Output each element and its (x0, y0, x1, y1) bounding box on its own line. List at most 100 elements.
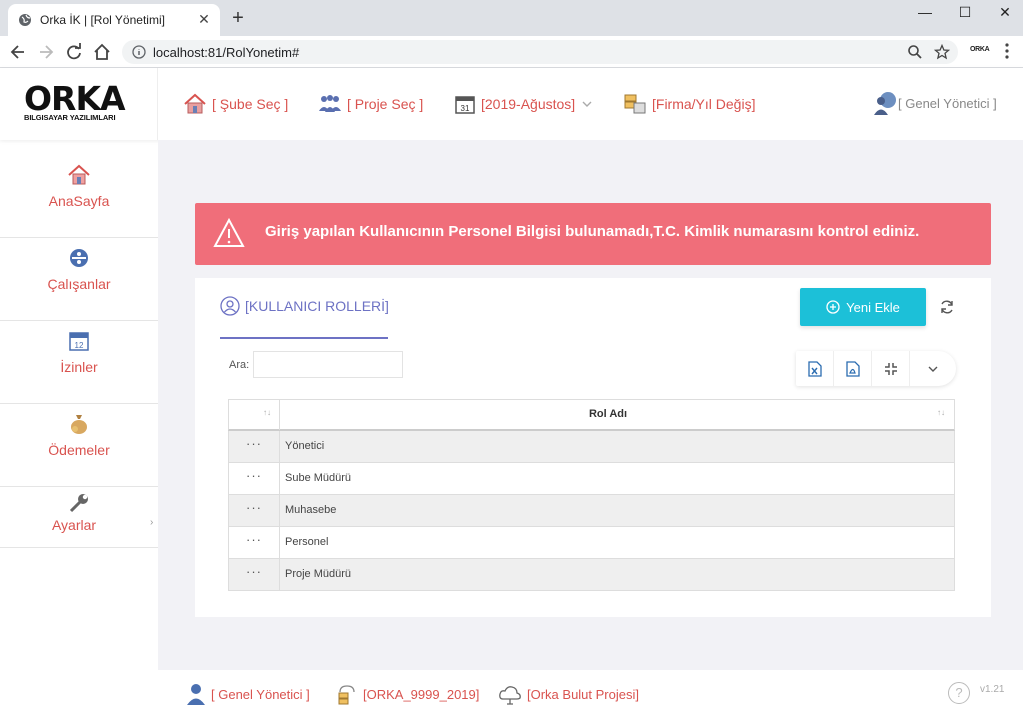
column-header-role-name[interactable]: Rol Adı (280, 408, 936, 420)
sort-icon[interactable]: ↑↓ (263, 408, 271, 417)
plus-circle-icon (826, 300, 840, 314)
browser-tab[interactable]: Orka İK | [Rol Yönetimi] ✕ (8, 4, 220, 36)
search-input[interactable] (253, 351, 403, 378)
sidebar-item-home[interactable]: AnaSayfa (0, 155, 158, 238)
row-menu-icon[interactable]: ··· (229, 495, 280, 526)
help-icon[interactable]: ? (948, 682, 970, 704)
title-underline (220, 337, 388, 339)
user-icon (187, 684, 205, 705)
house-icon (184, 93, 206, 114)
calendar-icon: 31 (455, 96, 475, 114)
sidebar-item-label: AnaSayfa (48, 193, 110, 209)
maximize-button[interactable]: ☐ (945, 0, 985, 28)
row-menu-icon[interactable]: ··· (229, 463, 280, 494)
export-excel-button[interactable] (796, 351, 834, 386)
browser-toolbar: localhost:81/RolYonetim# ORKA (0, 36, 1023, 68)
sidebar-item-payments[interactable]: Ödemeler (0, 404, 158, 487)
svg-text:12: 12 (75, 341, 84, 350)
excel-file-icon (807, 360, 822, 377)
money-bag-icon (71, 415, 87, 434)
orka-extension-icon[interactable]: ORKA (970, 46, 990, 53)
sidebar-item-settings[interactable]: Ayarlar › (0, 487, 158, 548)
cloud-icon (499, 686, 521, 705)
row-menu-icon[interactable]: ··· (229, 559, 280, 590)
sidebar-item-leaves[interactable]: 12 İzinler (0, 321, 158, 404)
period-select-dropdown[interactable]: 31 [2019-Ağustos] (454, 92, 598, 116)
bookmark-star-icon[interactable] (934, 44, 950, 60)
grid-header: ↑↓ Rol Adı ↑↓ (228, 399, 955, 431)
company-year-change-link[interactable]: [Firma/Yıl Değiş] (623, 92, 755, 116)
logo-text: ORKA (24, 79, 126, 118)
back-arrow-icon[interactable] (8, 42, 28, 62)
logo[interactable]: ORKA BILGISAYAR YAZILIMLARI (0, 68, 158, 140)
role-name-cell: Proje Müdürü (285, 568, 352, 580)
cloud-database-icon (338, 685, 355, 705)
search-label: Ara: (229, 359, 250, 371)
footer-database-link[interactable]: [ORKA_9999_2019] (336, 682, 479, 706)
window-close-button[interactable]: ✕ (985, 0, 1023, 28)
home-browser-icon[interactable] (92, 42, 112, 62)
roles-panel: [KULLANICI ROLLERİ] Yeni Ekle Ara: ↑↓ Ro… (195, 278, 991, 617)
tab-close-icon[interactable]: ✕ (196, 11, 212, 27)
info-icon[interactable] (132, 45, 146, 59)
footer-project-link[interactable]: [Orka Bulut Projesi] (498, 682, 639, 706)
sort-icon[interactable]: ↑↓ (937, 408, 945, 417)
add-new-button[interactable]: Yeni Ekle (800, 288, 926, 326)
footer-user-label: [ Genel Yönetici ] (211, 686, 310, 702)
pdf-file-icon (845, 360, 860, 377)
url-text: localhost:81/RolYonetim# (153, 45, 300, 60)
chevron-down-icon (582, 101, 592, 107)
project-select-link[interactable]: [ Proje Seç ] (318, 92, 423, 116)
table-row[interactable]: ··· Personel (228, 527, 955, 559)
role-name-cell: Sube Müdürü (285, 472, 352, 484)
alert-message: Giriş yapılan Kullanıcının Personel Bilg… (265, 223, 920, 240)
more-options-button[interactable] (910, 351, 956, 386)
refresh-button[interactable] (932, 292, 962, 322)
server-switch-icon (624, 94, 646, 114)
forward-arrow-icon[interactable] (36, 42, 56, 62)
reload-icon[interactable] (64, 42, 84, 62)
grid-header-actions-cell: ↑↓ (229, 400, 280, 430)
table-row[interactable]: ··· Proje Müdürü (228, 559, 955, 591)
sidebar-item-employees[interactable]: Çalışanlar (0, 238, 158, 321)
address-bar[interactable]: localhost:81/RolYonetim# (122, 40, 958, 64)
table-row[interactable]: ··· Muhasebe (228, 495, 955, 527)
panel-title-text: [KULLANICI ROLLERİ] (245, 298, 389, 314)
tab-title: Orka İK | [Rol Yönetimi] (40, 13, 165, 27)
team-icon (319, 95, 341, 112)
globe-favicon-icon (19, 14, 31, 26)
zoom-icon[interactable] (907, 44, 923, 60)
minimize-button[interactable]: — (905, 0, 945, 28)
export-pdf-button[interactable] (834, 351, 872, 386)
compress-icon (884, 362, 897, 375)
row-menu-icon[interactable]: ··· (229, 431, 280, 462)
table-row[interactable]: ··· Yönetici (228, 431, 955, 463)
period-select-label: [2019-Ağustos] (481, 96, 576, 112)
role-name-cell: Yönetici (285, 440, 325, 452)
user-menu[interactable]: [ Genel Yönetici ] (872, 90, 997, 116)
wrench-icon (69, 494, 88, 513)
grid-toolbar (796, 351, 956, 386)
footer-database-label: [ORKA_9999_2019] (363, 686, 480, 702)
error-alert: Giriş yapılan Kullanıcının Personel Bilg… (195, 203, 991, 265)
user-name: [ Genel Yönetici ] (898, 95, 997, 111)
row-menu-icon[interactable]: ··· (229, 527, 280, 558)
footer-user-link[interactable]: [ Genel Yönetici ] (186, 682, 310, 706)
panel-title: [KULLANICI ROLLERİ] (220, 296, 389, 316)
browser-tab-strip: Orka İK | [Rol Yönetimi] ✕ + — ☐ ✕ (0, 0, 1023, 36)
user-globe-icon (874, 92, 896, 115)
warning-icon (213, 218, 245, 247)
branch-select-link[interactable]: [ Şube Seç ] (183, 92, 288, 116)
footer-project-label: [Orka Bulut Projesi] (527, 686, 639, 702)
table-row[interactable]: ··· Sube Müdürü (228, 463, 955, 495)
expand-arrow-icon: › (150, 517, 154, 528)
compress-button[interactable] (872, 351, 910, 386)
role-name-cell: Muhasebe (285, 504, 337, 516)
project-select-label: [ Proje Seç ] (347, 96, 424, 112)
sidebar-item-label: Çalışanlar (47, 276, 111, 292)
sidebar-item-label: İzinler (60, 359, 98, 375)
footer: [ Genel Yönetici ] [ORKA_9999_2019] [Ork… (158, 670, 1023, 716)
browser-menu-icon[interactable] (1004, 42, 1010, 60)
company-year-label: [Firma/Yıl Değiş] (652, 96, 756, 112)
new-tab-button[interactable]: + (229, 8, 247, 28)
